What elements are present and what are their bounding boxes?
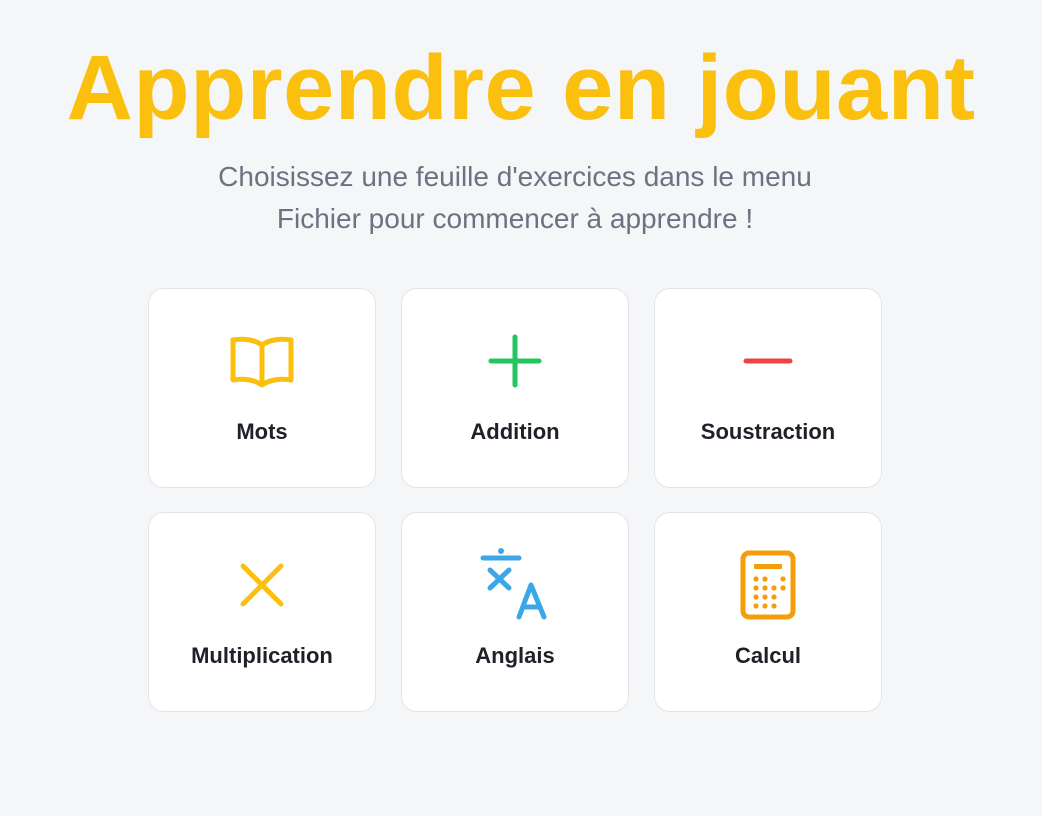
card-addition[interactable]: Addition [401,288,629,488]
calculator-icon [730,547,806,623]
minus-icon [730,323,806,399]
times-icon [224,547,300,623]
card-label: Soustraction [700,419,836,444]
card-label: Addition [470,419,560,444]
translate-icon [477,547,553,623]
card-soustraction[interactable]: Soustraction [654,288,882,488]
card-label: Anglais [475,643,555,668]
page-subtitle: Choisissez une feuille d'exercices dans … [0,156,1030,240]
card-anglais[interactable]: Anglais [401,512,629,712]
card-calcul[interactable]: Calcul [654,512,882,712]
card-label: Mots [236,419,288,444]
book-icon [224,323,300,399]
card-multiplication[interactable]: Multiplication [148,512,376,712]
page-title: Apprendre en jouant [66,37,976,139]
card-label: Calcul [734,643,802,668]
subtitle-line-1: Choisissez une feuille d'exercices dans … [218,161,812,192]
exercise-grid: Mots Addition Soustraction Multiplicatio… [148,288,882,712]
plus-icon [477,323,553,399]
card-label: Multiplication [191,643,333,668]
card-mots[interactable]: Mots [148,288,376,488]
subtitle-line-2: Fichier pour commencer à apprendre ! [276,203,754,234]
